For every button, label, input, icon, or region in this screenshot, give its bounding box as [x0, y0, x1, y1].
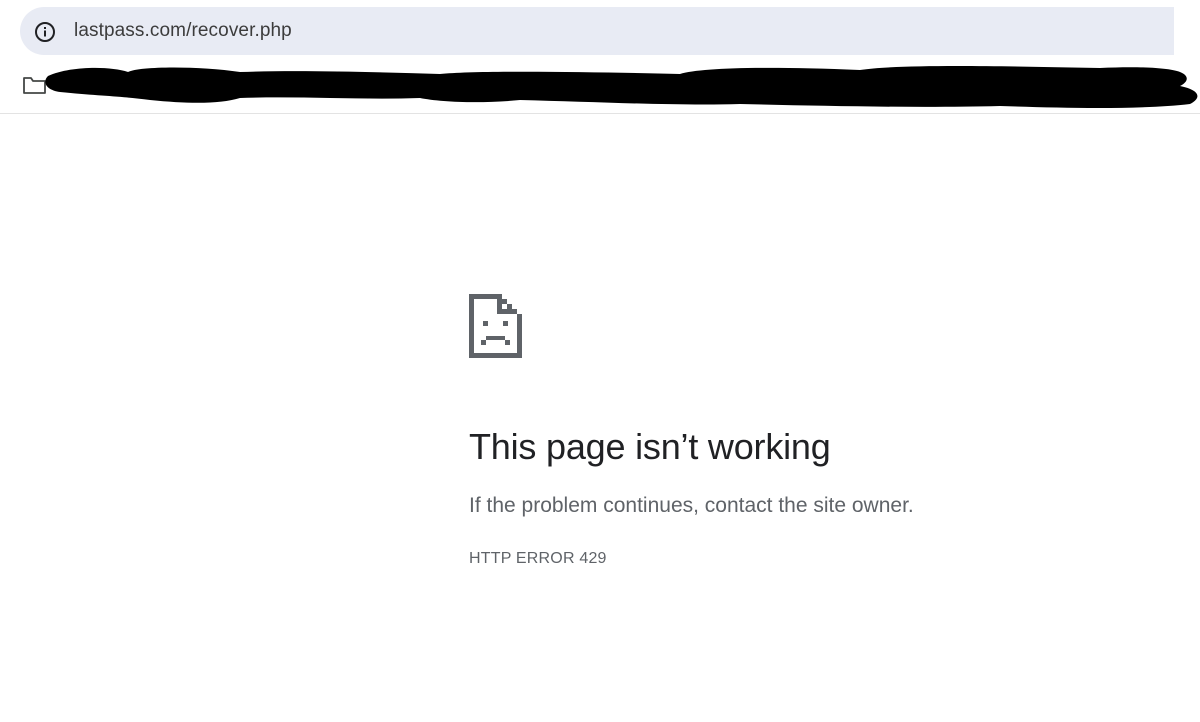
browser-toolbar: lastpass.com/recover.php — [0, 0, 1200, 114]
bookmarks-bar — [0, 62, 1200, 112]
error-description: If the problem continues, contact the si… — [469, 494, 914, 517]
redaction-scribble — [45, 66, 1198, 108]
url-text[interactable]: lastpass.com/recover.php — [74, 7, 292, 55]
sad-page-icon — [469, 294, 522, 358]
error-code: HTTP ERROR 429 — [469, 550, 607, 567]
error-title: This page isn’t working — [469, 426, 831, 467]
info-circle-icon — [34, 21, 56, 43]
site-info-button[interactable] — [32, 19, 58, 45]
address-bar[interactable]: lastpass.com/recover.php — [20, 7, 1174, 55]
